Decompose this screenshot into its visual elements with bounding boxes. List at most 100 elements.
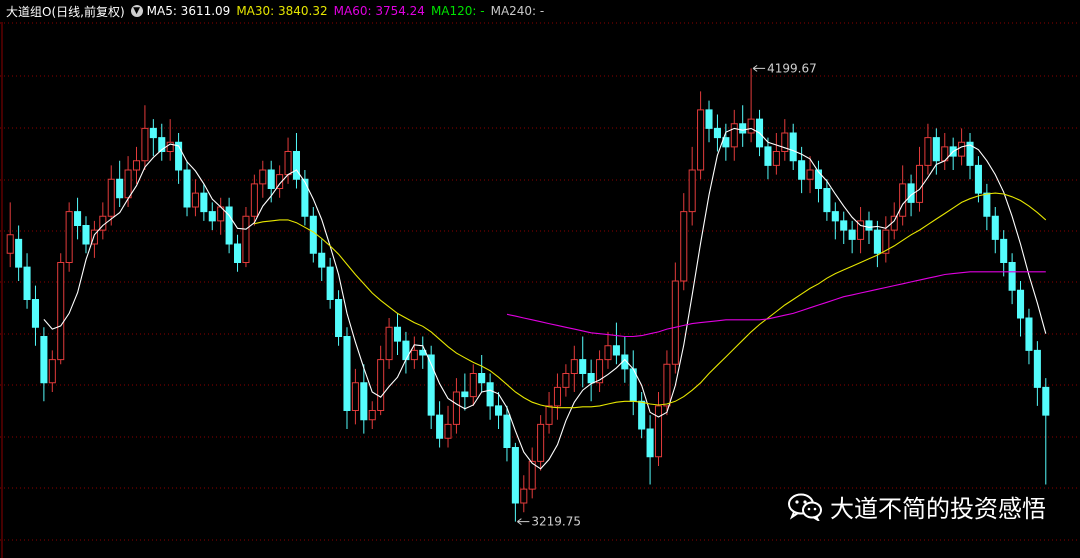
candle-body [823,188,831,213]
candle [57,253,65,365]
ma60-label: MA60: 3754.24 [333,4,425,18]
candle [747,68,755,143]
candle-body [234,243,242,263]
candle [166,119,174,161]
candle-body [1033,349,1041,388]
candle-body [183,169,191,208]
candle [15,225,23,281]
candle-body [360,382,368,421]
candle [1000,230,1008,277]
candle-body [1025,317,1033,351]
candle [899,165,907,226]
candle [31,285,39,346]
ma5-line [43,127,1047,470]
candle [511,442,519,522]
candle-body [495,405,503,416]
candle [941,133,949,170]
candle-body [444,423,452,439]
candle-body [469,373,477,398]
candle [427,345,435,429]
candle [722,123,730,161]
candle [823,179,831,221]
ma5-label: MA5: 3611.09 [146,4,231,18]
candle [48,350,56,392]
candle-body [612,345,620,356]
candle [638,392,646,439]
candle [419,336,427,369]
candle [848,220,856,254]
candle-body [747,118,755,134]
candle [402,331,410,374]
candle [764,137,772,180]
candle [23,253,31,309]
candle [242,207,250,268]
candle-body [924,137,932,166]
candle [1033,341,1041,406]
candle-body [486,382,494,407]
chart-legend: 大道组O(日线,前复权) ▼ MA5: 3611.09 MA30: 3840.3… [6,2,550,20]
candle [183,160,191,217]
candle-body [604,345,612,361]
candle [107,165,115,226]
candle [562,364,570,397]
candle [175,133,183,184]
candle-body [663,363,671,407]
candle-body [377,359,385,411]
candle-body [579,359,587,374]
candle [234,234,242,272]
candle [486,373,494,420]
candle [217,197,225,235]
grid-lines [0,22,1080,558]
candle [410,336,418,369]
candle-body [23,266,31,300]
candle-body [697,109,705,171]
candle [452,378,460,434]
candle-body [292,151,300,180]
candle [520,475,528,513]
candle [705,100,713,143]
candle-body [831,211,839,222]
candle-body [705,109,713,129]
candle [208,202,216,231]
candle-body [974,164,982,194]
candle-body [570,359,578,374]
candle-body [528,460,536,490]
candle-body [343,336,351,411]
min-label: 3219.75 [517,515,581,529]
candle-body [107,178,115,217]
candle-body [865,220,873,231]
toggle-icon[interactable]: ▼ [130,5,143,17]
candle [654,392,663,466]
candle-body [259,169,267,185]
candle [882,216,890,263]
candle [840,211,848,244]
candle [74,197,82,240]
candle-body [873,229,881,254]
candle-body [553,386,561,407]
candle [259,160,267,198]
candle-body [739,123,747,134]
candle [857,207,865,254]
max-label-text: 4199.67 [767,61,817,75]
candle [318,239,326,281]
candle [983,183,991,231]
candle-body [31,299,39,328]
candle-body [48,359,56,384]
max-label: 4199.67 [752,61,817,75]
candle [1025,308,1033,365]
candle [629,350,637,416]
candle [40,327,48,402]
candle [646,415,654,485]
candle [831,202,839,240]
candle-body [267,169,275,189]
candle-body [116,178,124,199]
candle [343,327,351,429]
candle [141,105,149,170]
candle [200,183,208,221]
candle-body [654,405,663,458]
candle-body [65,211,73,263]
candle [1042,378,1050,485]
moving-averages [43,127,1047,470]
candle-body [57,262,65,361]
candle [924,123,932,175]
